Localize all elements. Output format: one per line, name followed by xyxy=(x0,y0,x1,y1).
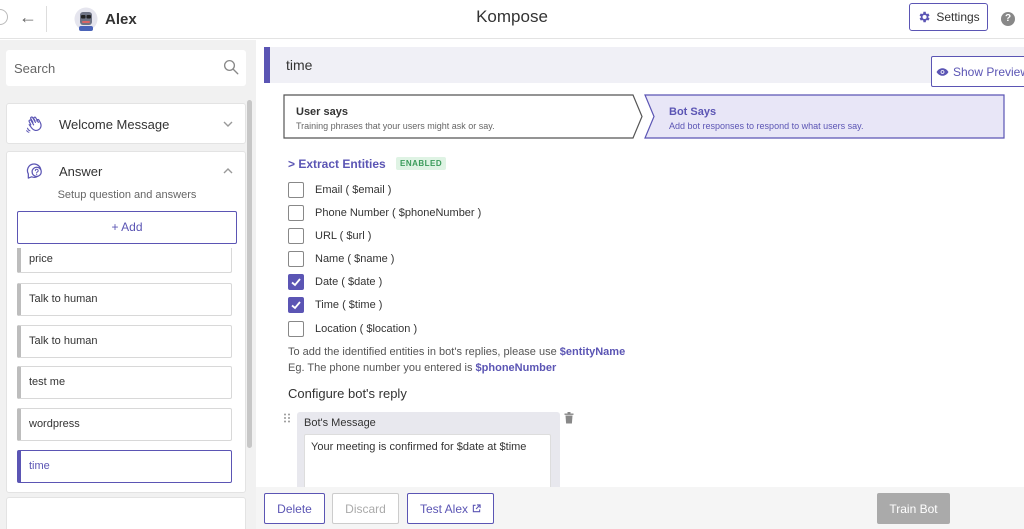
answer-title: Answer xyxy=(59,164,103,179)
entity-example-text: Eg. The phone number you entered is xyxy=(288,362,476,374)
delete-button[interactable]: Delete xyxy=(264,493,325,524)
show-preview-button[interactable]: Show Preview xyxy=(931,56,1024,87)
list-item[interactable]: price xyxy=(17,248,232,273)
drag-handle-icon[interactable] xyxy=(283,413,291,423)
entity-usage-note: To add the identified entities in bot's … xyxy=(288,346,625,358)
tab-user-says-label: User says xyxy=(296,106,348,118)
search-icon[interactable] xyxy=(222,58,240,76)
list-item-label: Talk to human xyxy=(29,293,98,305)
edge-circle-icon xyxy=(0,9,8,25)
entity-url[interactable]: URL ( $url ) xyxy=(288,227,371,245)
top-bar: ← Alex Kompose Settings ? xyxy=(0,0,1024,39)
entity-label: Time ( $time ) xyxy=(315,299,383,311)
back-button[interactable]: ← xyxy=(17,6,39,28)
list-item[interactable]: Talk to human xyxy=(17,283,232,316)
answer-subtitle: Setup question and answers xyxy=(57,189,197,201)
waving-hand-icon xyxy=(26,116,42,133)
delete-label: Delete xyxy=(277,501,312,516)
show-preview-label: Show Preview xyxy=(952,64,1024,79)
list-item-label: price xyxy=(29,253,53,265)
entity-label: Location ( $location ) xyxy=(315,323,418,335)
entity-name-code: $entityName xyxy=(559,346,626,358)
welcome-message-panel[interactable]: Welcome Message xyxy=(6,103,246,144)
entity-email[interactable]: Email ( $email ) xyxy=(288,181,391,199)
chat-question-icon xyxy=(26,163,42,179)
tab-bot-says-description: Add bot responses to respond to what use… xyxy=(669,121,864,131)
entity-phone-number[interactable]: Phone Number ( $phoneNumber ) xyxy=(288,204,481,222)
chevron-up-icon[interactable] xyxy=(222,165,234,177)
discard-button[interactable]: Discard xyxy=(332,493,399,524)
footer-bar: Delete Discard Test Alex Train Bot xyxy=(256,487,1024,529)
entity-time[interactable]: Time ( $time ) xyxy=(288,296,382,314)
header-divider xyxy=(46,6,47,32)
chevron-down-icon[interactable] xyxy=(222,118,234,130)
tab-user-says-description: Training phrases that your users might a… xyxy=(296,121,495,131)
entity-location[interactable]: Location ( $location ) xyxy=(288,320,417,338)
intent-title: time xyxy=(286,57,313,73)
search-box xyxy=(6,50,246,86)
list-item[interactable]: Talk to human xyxy=(17,325,232,358)
intent-title-bar: time Show Preview xyxy=(264,47,1024,87)
next-panel[interactable] xyxy=(6,497,246,529)
test-bot-button[interactable]: Test Alex xyxy=(407,493,494,524)
entity-example-note: Eg. The phone number you entered is $pho… xyxy=(288,362,556,374)
checkbox[interactable] xyxy=(288,205,304,221)
configure-reply-heading: Configure bot's reply xyxy=(288,386,407,401)
checkbox[interactable] xyxy=(288,321,304,337)
entity-label: Phone Number ( $phoneNumber ) xyxy=(315,207,482,219)
entity-label: Date ( $date ) xyxy=(315,276,383,288)
external-link-icon xyxy=(472,504,481,513)
tab-bot-says[interactable]: Bot Says Add bot responses to respond to… xyxy=(669,106,863,131)
entity-name[interactable]: Name ( $name ) xyxy=(288,250,394,268)
list-item-active[interactable]: time xyxy=(17,450,232,483)
settings-label: Settings xyxy=(936,10,980,24)
list-item-label: test me xyxy=(29,376,66,388)
eye-icon xyxy=(936,67,949,76)
entity-usage-text: To add the identified entities in bot's … xyxy=(288,346,560,358)
help-icon[interactable]: ? xyxy=(1001,12,1015,26)
arrow-left-icon: ← xyxy=(19,7,37,27)
tab-bot-says-label: Bot Says xyxy=(669,106,717,118)
trash-icon[interactable] xyxy=(564,412,574,424)
bot-message-header: Bot's Message xyxy=(304,417,376,429)
enabled-badge: ENABLED xyxy=(396,157,447,170)
sidebar-scrollbar[interactable] xyxy=(247,100,252,448)
gear-icon xyxy=(919,11,930,23)
answer-panel: Answer Setup question and answers + Add … xyxy=(6,151,246,493)
entity-label: URL ( $url ) xyxy=(315,230,372,242)
entity-label: Email ( $email ) xyxy=(315,184,392,196)
main-content: time Show Preview User says Training phr… xyxy=(256,40,1024,529)
list-item[interactable]: wordpress xyxy=(17,408,232,441)
search-input[interactable] xyxy=(14,58,214,78)
add-answer-button[interactable]: + Add xyxy=(17,211,237,244)
test-bot-label: Test Alex xyxy=(419,501,469,516)
extract-entities-toggle[interactable]: > Extract Entities xyxy=(288,157,386,171)
checkbox[interactable] xyxy=(288,251,304,267)
app-title: Kompose xyxy=(476,7,548,26)
checkmark-icon xyxy=(291,278,301,287)
list-item-label: time xyxy=(29,460,50,472)
entity-date[interactable]: Date ( $date ) xyxy=(288,273,382,291)
settings-button[interactable]: Settings xyxy=(909,3,988,31)
tab-user-says[interactable]: User says Training phrases that your use… xyxy=(296,106,495,131)
discard-label: Discard xyxy=(345,501,386,516)
checkmark-icon xyxy=(291,301,301,310)
checkbox-checked[interactable] xyxy=(288,297,304,313)
welcome-message-title: Welcome Message xyxy=(59,117,170,132)
list-item[interactable]: test me xyxy=(17,366,232,399)
train-bot-label: Train Bot xyxy=(889,501,938,516)
bot-avatar xyxy=(74,7,98,31)
checkbox[interactable] xyxy=(288,228,304,244)
train-bot-button[interactable]: Train Bot xyxy=(877,493,950,524)
sidebar: Welcome Message Answer Setup question an… xyxy=(0,40,256,529)
list-item-label: Talk to human xyxy=(29,335,98,347)
phone-number-code: $phoneNumber xyxy=(475,362,557,374)
checkbox-checked[interactable] xyxy=(288,274,304,290)
entity-label: Name ( $name ) xyxy=(315,253,395,265)
list-item-label: wordpress xyxy=(29,418,80,430)
checkbox[interactable] xyxy=(288,182,304,198)
bot-name: Alex xyxy=(105,11,137,28)
